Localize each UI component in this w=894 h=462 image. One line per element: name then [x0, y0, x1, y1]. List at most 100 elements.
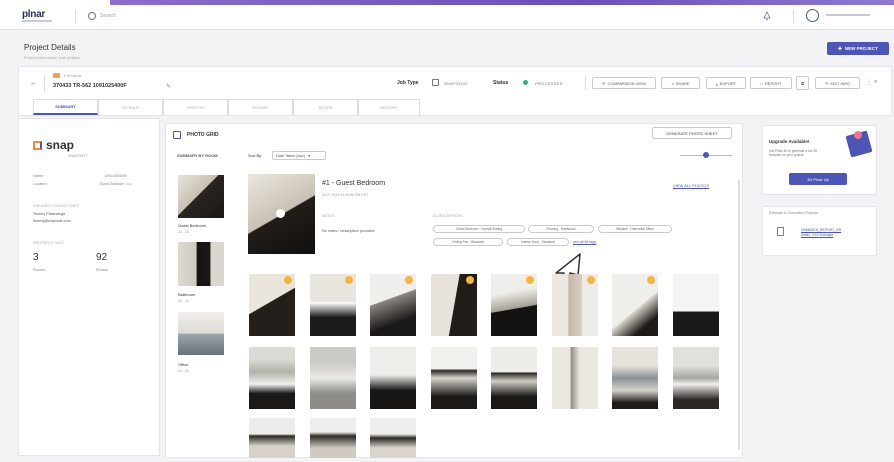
share-icon: <: [671, 80, 674, 86]
photo-thumbnail[interactable]: [673, 347, 719, 409]
photo-thumbnail[interactable]: [249, 274, 295, 336]
photo-thumbnail[interactable]: [310, 347, 356, 409]
stats-heading: PROPERTY INFO: [33, 241, 64, 245]
rooms-count: 3: [33, 252, 39, 263]
photo-thumbnail[interactable]: [310, 418, 356, 458]
export-button[interactable]: ⤓ EXPORT: [706, 77, 746, 89]
star-badge-icon: [466, 276, 474, 284]
accent-bar: [110, 0, 894, 5]
tab-notes[interactable]: NOTES: [293, 99, 358, 115]
status-value: PROCESSED: [535, 81, 563, 86]
app-logo[interactable]: plnar: [22, 9, 45, 20]
photo-thumbnail[interactable]: [491, 347, 537, 409]
tab-photos[interactable]: PHOTOS: [163, 99, 228, 115]
room-photo[interactable]: [178, 312, 224, 355]
chevron-down-icon: ▾: [308, 154, 310, 158]
notification-icon[interactable]: [762, 11, 772, 21]
file-icon: [777, 227, 784, 236]
notes-heading: NOTES: [322, 214, 335, 218]
logo-underline: [22, 20, 52, 22]
photo-thumbnail[interactable]: [552, 274, 598, 336]
status-label: Status: [493, 80, 509, 86]
search-icon[interactable]: [88, 12, 96, 20]
zoom-slider-handle[interactable]: [703, 152, 709, 158]
photo-thumbnail[interactable]: [370, 274, 416, 336]
see-all-tags-link[interactable]: see all 96 tags: [573, 240, 596, 244]
comparison-view-button[interactable]: ⟳ COMPARISON VIEW: [592, 77, 656, 89]
notes-text: No notes / description provided: [322, 229, 375, 233]
download-icon: ⤓: [715, 80, 718, 86]
documents-heading: Estimate & Generated Reports: [769, 211, 818, 215]
room-count: 24 - 26: [178, 230, 189, 234]
report-button[interactable]: □ REPORT: [750, 77, 792, 89]
room-photo[interactable]: [178, 242, 224, 286]
upgrade-title: Upgrade Available!: [769, 139, 810, 144]
play-icon[interactable]: [276, 209, 285, 218]
project-info-panel: [18, 118, 160, 456]
pencil-icon: ✎: [824, 80, 829, 86]
search-input[interactable]: Search: [100, 13, 116, 19]
edit-info-button[interactable]: ✎ EDIT INFO: [815, 77, 860, 89]
copy-icon[interactable]: ⧉: [796, 76, 809, 90]
star-badge-icon: [526, 276, 534, 284]
brand-sub: SNAPSHOT: [68, 154, 88, 158]
contact-name: Tommy Palavalege: [33, 212, 66, 216]
photo-thumbnail[interactable]: [612, 274, 658, 336]
photo-thumbnail[interactable]: [310, 274, 356, 336]
new-project-button[interactable]: ✚ NEW PROJECT: [827, 42, 889, 55]
user-name-placeholder[interactable]: [826, 14, 870, 16]
photo-thumbnail[interactable]: [431, 274, 477, 336]
star-badge-icon: [587, 276, 595, 284]
tab-history[interactable]: HISTORY: [358, 99, 420, 115]
job-type-label: Job Type: [397, 80, 419, 86]
refresh-icon: ⟳: [602, 80, 606, 86]
tag-chip[interactable]: Interior Door - Standard: [507, 238, 569, 246]
tag-chip[interactable]: Guest Bedroom - Overall Setting: [433, 225, 525, 233]
report-icon: □: [760, 80, 763, 86]
expand-icon[interactable]: »: [874, 79, 877, 85]
generate-photo-sheet-button[interactable]: GENERATE PHOTO SHEET: [652, 127, 732, 139]
upgrade-button[interactable]: 3D Plnar Up: [789, 173, 847, 185]
room-name: Bathroom: [178, 292, 196, 297]
kv-label: Name: [33, 174, 44, 178]
photo-thumbnail[interactable]: [431, 347, 477, 409]
upgrade-text: Get Plnar 3D to generate a full 3D floor…: [769, 149, 818, 157]
folder-icon: [53, 73, 60, 78]
kv-value: 1091025400F: [104, 174, 128, 178]
tab-rooms[interactable]: ROOMS: [228, 99, 293, 115]
photos-label: Photos: [96, 268, 108, 272]
scrollbar[interactable]: [738, 180, 740, 450]
star-badge-icon: [284, 276, 292, 284]
contact-email[interactable]: tommy@example.com: [33, 219, 71, 223]
view-all-photos-link[interactable]: VIEW ALL PHOTOS: [673, 183, 709, 188]
star-badge-icon: [345, 276, 353, 284]
share-button[interactable]: < SHARE: [661, 77, 700, 89]
tab-details[interactable]: DETAILS: [98, 99, 163, 115]
star-badge-icon: [647, 276, 655, 284]
divider: [75, 10, 76, 23]
room-photo[interactable]: [178, 175, 224, 218]
photo-thumbnail[interactable]: [673, 274, 719, 336]
tag-chip[interactable]: Ceiling Fan - Standard: [433, 238, 503, 246]
more-icon[interactable]: ⋮: [866, 79, 872, 86]
sort-select[interactable]: Date Taken (Asc) ▾: [272, 151, 326, 160]
user-avatar-icon[interactable]: [806, 9, 819, 22]
photo-thumbnail[interactable]: [249, 347, 295, 409]
contact-heading: INSURED CONTACT INFO: [33, 204, 80, 208]
edit-pencil-icon[interactable]: ✎: [166, 83, 171, 90]
photo-thumbnail[interactable]: [249, 418, 295, 458]
back-arrow-icon[interactable]: ←: [30, 80, 37, 87]
photo-thumbnail[interactable]: [491, 274, 537, 336]
tab-summary[interactable]: SUMMARY: [33, 99, 98, 115]
photo-thumbnail[interactable]: [612, 347, 658, 409]
photo-thumbnail[interactable]: [552, 347, 598, 409]
photo-thumbnail[interactable]: [370, 347, 416, 409]
tag-chip[interactable]: Flooring - Hardwood: [528, 225, 594, 233]
tag-chip[interactable]: Window - Horizontal Slider: [598, 225, 672, 233]
room-count: 26 - 42: [178, 299, 189, 303]
photo-thumbnail[interactable]: [370, 418, 416, 458]
project-id: 370433 TR-562 1091025400F: [53, 83, 127, 89]
kv-value: Dural Balance, Co.: [100, 182, 132, 186]
document-link[interactable]: DAMAGED_REPORT_GR 80882_XXX.Estimate: [801, 228, 865, 238]
upgrade-badge-icon: [854, 131, 862, 139]
